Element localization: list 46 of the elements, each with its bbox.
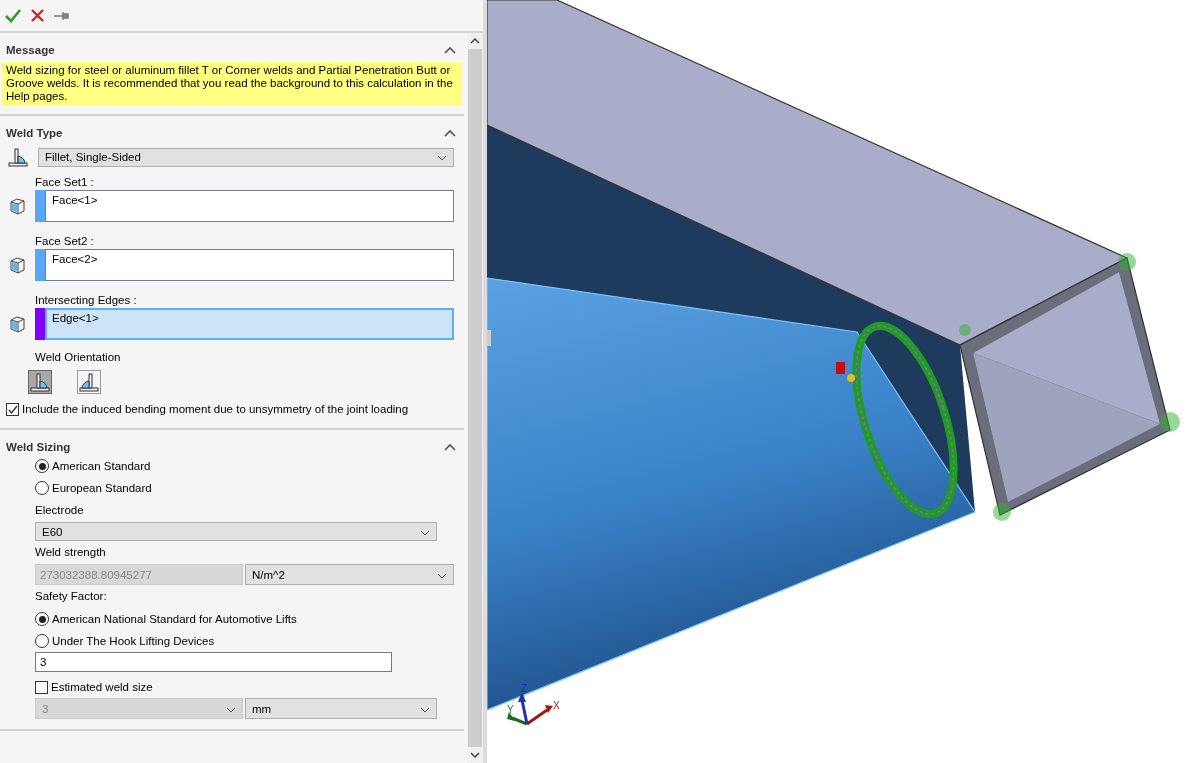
field-label: Face Set2 :: [35, 234, 95, 248]
safety-factor-field[interactable]: 3: [35, 652, 392, 672]
unit-dropdown[interactable]: N/m^2: [245, 564, 454, 585]
field-label: Weld strength: [35, 545, 107, 560]
weld-orientation-button[interactable]: [28, 370, 52, 394]
axis-label: Z: [521, 683, 528, 694]
ok-button[interactable]: [5, 8, 21, 23]
axis-triad: [507, 692, 553, 726]
radio-option[interactable]: American Standard: [35, 455, 454, 477]
cube-icon: [8, 314, 27, 334]
checkbox-option[interactable]: Estimated weld size: [35, 676, 454, 698]
pin-button[interactable]: [54, 9, 70, 22]
splitter-handle[interactable]: [487, 330, 491, 346]
selection-list[interactable]: Face<2>: [45, 249, 454, 281]
radio-option[interactable]: European Standard: [35, 477, 454, 499]
checkbox-option[interactable]: Include the induced bending moment due to unsymmetry of the joint loading: [6, 398, 464, 420]
chevron-up-icon[interactable]: [444, 128, 456, 137]
radio-option[interactable]: American National Standard for Automotive Lifts: [35, 608, 454, 630]
checkmark-icon: [7, 403, 18, 415]
selection-list[interactable]: Edge<1>: [45, 308, 454, 340]
field-label: Safety Factor:: [35, 589, 108, 604]
selection-list[interactable]: Face<1>: [45, 190, 454, 222]
weld-symbol-icon: [8, 147, 28, 167]
section-title: Weld Type: [6, 126, 63, 139]
scroll-down-icon[interactable]: [470, 752, 480, 758]
section-title: Weld Sizing: [6, 440, 71, 453]
weld-orientation-button[interactable]: [77, 370, 101, 394]
section-title: Message: [6, 43, 55, 56]
field-label: Intersecting Edges :: [35, 293, 138, 307]
scrollbar[interactable]: [467, 33, 483, 763]
chevron-up-icon[interactable]: [444, 442, 456, 451]
field-label: Weld Orientation: [35, 350, 122, 364]
radio-option[interactable]: Under The Hook Lifting Devices: [35, 630, 454, 652]
field-label: Electrode: [35, 503, 85, 518]
chevron-up-icon[interactable]: [444, 45, 456, 54]
axis-label: Y: [507, 704, 514, 715]
weld-type-dropdown[interactable]: Fillet, Single-Sided: [38, 147, 454, 167]
electrode-dropdown[interactable]: E60: [35, 522, 437, 541]
field-label: Face Set1 :: [35, 175, 95, 189]
message-text: Weld sizing for steel or aluminum fillet T or Corner welds and Partial Penetration Butt or Groove welds. It is recommended that you read the background to this calculation in the Help pages.: [2, 62, 462, 106]
cube-icon: [8, 196, 27, 216]
scroll-up-icon[interactable]: [470, 38, 480, 44]
unit-dropdown[interactable]: mm: [245, 698, 437, 719]
cube-icon: [8, 255, 27, 275]
axis-label: X: [553, 700, 560, 711]
cancel-button[interactable]: [31, 9, 44, 22]
